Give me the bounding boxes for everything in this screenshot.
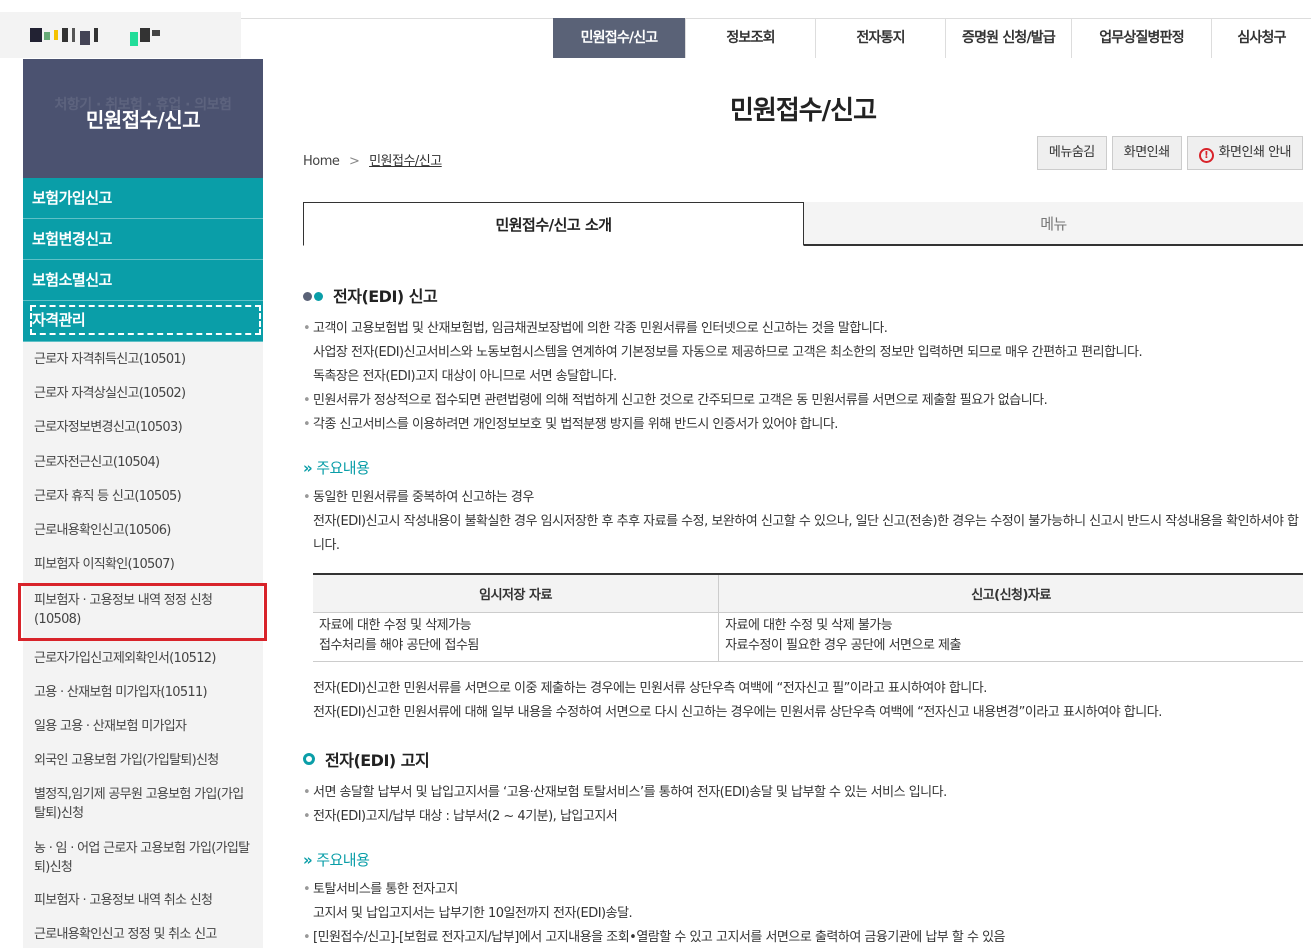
breadcrumb-current[interactable]: 민원접수/신고: [369, 154, 442, 169]
top-header: 민원접수/신고 정보조회 전자통지 증명원 신청/발급 업무상질병판정 심사청구: [0, 0, 1311, 58]
sidebar-item-10502[interactable]: 근로자 자격상실신고(10502): [23, 376, 263, 410]
gnb-item-info[interactable]: 정보조회: [685, 18, 815, 58]
sidebar-item-10511[interactable]: 고용 · 산재보험 미가입자(10511): [23, 675, 263, 709]
sidebar-item-10504[interactable]: 근로자전근신고(10504): [23, 445, 263, 479]
edi-notice-description: 서면 송달할 납부서 및 납입고지서를 ‘고용·산재보험 토탈서비스’를 통하여…: [303, 781, 1303, 829]
print-guide-button[interactable]: ! 화면인쇄 안내: [1186, 136, 1303, 170]
table-row: 자료에 대한 수정 및 삭제가능 접수처리를 해야 공단에 접수됨 자료에 대한 …: [313, 612, 1303, 662]
sidebar-item-10507[interactable]: 피보험자 이직확인(10507): [23, 547, 263, 583]
sidebar-cat-terminate[interactable]: 보험소멸신고: [23, 260, 263, 301]
print-button[interactable]: 화면인쇄: [1111, 136, 1182, 170]
alert-icon: !: [1198, 148, 1214, 163]
sidebar-item-cancel-info[interactable]: 피보험자 · 고용정보 내역 취소 신청: [23, 883, 263, 917]
bullet-dots-icon: [303, 286, 325, 305]
tab-menu[interactable]: 메뉴: [804, 202, 1303, 245]
chevron-right-icon: >: [349, 154, 360, 169]
sub-heading-main-content-2: » 주요내용: [303, 850, 370, 869]
sidebar-item-agri-fishery[interactable]: 농 · 임 · 어업 근로자 고용보험 가입(가입탈퇴)신청: [23, 831, 263, 883]
sidebar-item-10508[interactable]: 피보험자 · 고용정보 내역 정정 신청 (10508): [18, 583, 267, 641]
table-header: 신고(신청)자료: [718, 573, 1303, 613]
double-arrow-icon: »: [303, 850, 313, 869]
sidebar-item-10501[interactable]: 근로자 자격취득신고(10501): [23, 342, 263, 376]
sidebar-item-daily-uninsured[interactable]: 일용 고용 · 산재보험 미가입자: [23, 709, 263, 743]
utility-buttons: 메뉴숨김 화면인쇄 ! 화면인쇄 안내: [1036, 136, 1303, 170]
sidebar-title: 처항기 · 취보험 · 휴업 · 의보험 민원접수/신고: [23, 59, 263, 178]
sidebar-cat-change[interactable]: 보험변경신고: [23, 219, 263, 260]
content-tabs: 민원접수/신고 소개 메뉴: [303, 202, 1303, 246]
tab-intro[interactable]: 민원접수/신고 소개: [303, 202, 804, 246]
main-content: 전자(EDI) 신고 고객이 고용보험법 및 산재보험법, 임금채권보장법에 의…: [303, 283, 1303, 948]
sidebar-cat-qualification[interactable]: 자격관리: [23, 301, 263, 342]
sidebar-item-correct-cancel[interactable]: 근로내용확인신고 정정 및 취소 신고: [23, 917, 263, 948]
ring-bullet-icon: [303, 752, 315, 765]
logo-area: [0, 0, 241, 58]
breadcrumb-home[interactable]: Home: [303, 154, 340, 169]
gnb-item-notice[interactable]: 전자통지: [815, 18, 945, 58]
breadcrumb: Home > 민원접수/신고: [303, 150, 442, 169]
gnb-item-certificate[interactable]: 증명원 신청/발급: [945, 18, 1071, 58]
sidebar-item-10503[interactable]: 근로자정보변경신고(10503): [23, 410, 263, 445]
sub-heading-main-content: » 주요내용: [303, 459, 370, 477]
sidebar-item-10512[interactable]: 근로자가입신고제외확인서(10512): [23, 641, 263, 675]
sidebar-item-10505[interactable]: 근로자 휴직 등 신고(10505): [23, 479, 263, 513]
gnb-item-disease[interactable]: 업무상질병판정: [1071, 18, 1211, 58]
section-heading-edi-notice: 전자(EDI) 고지: [303, 747, 1303, 771]
comparison-table: 임시저장 자료 신고(신청)자료 자료에 대한 수정 및 삭제가능 접수처리를 해…: [313, 573, 1303, 662]
sidebar-item-civil-servant[interactable]: 별정직,임기제 공무원 고용보험 가입(가입탈퇴)신청: [23, 777, 263, 831]
page-title: 민원접수/신고: [729, 96, 877, 126]
sidebar: 처항기 · 취보험 · 휴업 · 의보험 민원접수/신고 보험가입신고 보험변경…: [18, 59, 267, 948]
sidebar-item-foreigner[interactable]: 외국인 고용보험 가입(가입탈퇴)신청: [23, 743, 263, 777]
table-header: 임시저장 자료: [313, 573, 719, 613]
global-nav: 민원접수/신고 정보조회 전자통지 증명원 신청/발급 업무상질병판정 심사청구: [553, 18, 1311, 58]
site-logo[interactable]: [30, 28, 160, 48]
gnb-item-civil[interactable]: 민원접수/신고: [553, 18, 685, 58]
notes: 전자(EDI)신고한 민원서류를 서면으로 이중 제출하는 경우에는 민원서류 …: [313, 680, 1162, 720]
hide-menu-button[interactable]: 메뉴숨김: [1036, 136, 1107, 170]
sidebar-cat-join[interactable]: 보험가입신고: [23, 178, 263, 219]
edi-notice-details: 토탈서비스를 통한 전자고지 고지서 및 납입고지서는 납부기한 10일전까지 …: [303, 878, 1303, 948]
sidebar-item-10506[interactable]: 근로내용확인신고(10506): [23, 513, 263, 547]
gnb-item-appeal[interactable]: 심사청구: [1211, 18, 1311, 58]
duplicate-report-description: 동일한 민원서류를 중복하여 신고하는 경우 전자(EDI)신고시 작성내용이 …: [303, 486, 1303, 558]
section-heading-edi-report: 전자(EDI) 신고: [303, 283, 1303, 307]
edi-report-description: 고객이 고용보험법 및 산재보험법, 임금채권보장법에 의한 각종 민원서류를 …: [303, 317, 1303, 437]
sidebar-sub-list: 근로자 자격취득신고(10501) 근로자 자격상실신고(10502) 근로자정…: [18, 342, 267, 948]
double-arrow-icon: »: [303, 459, 313, 477]
